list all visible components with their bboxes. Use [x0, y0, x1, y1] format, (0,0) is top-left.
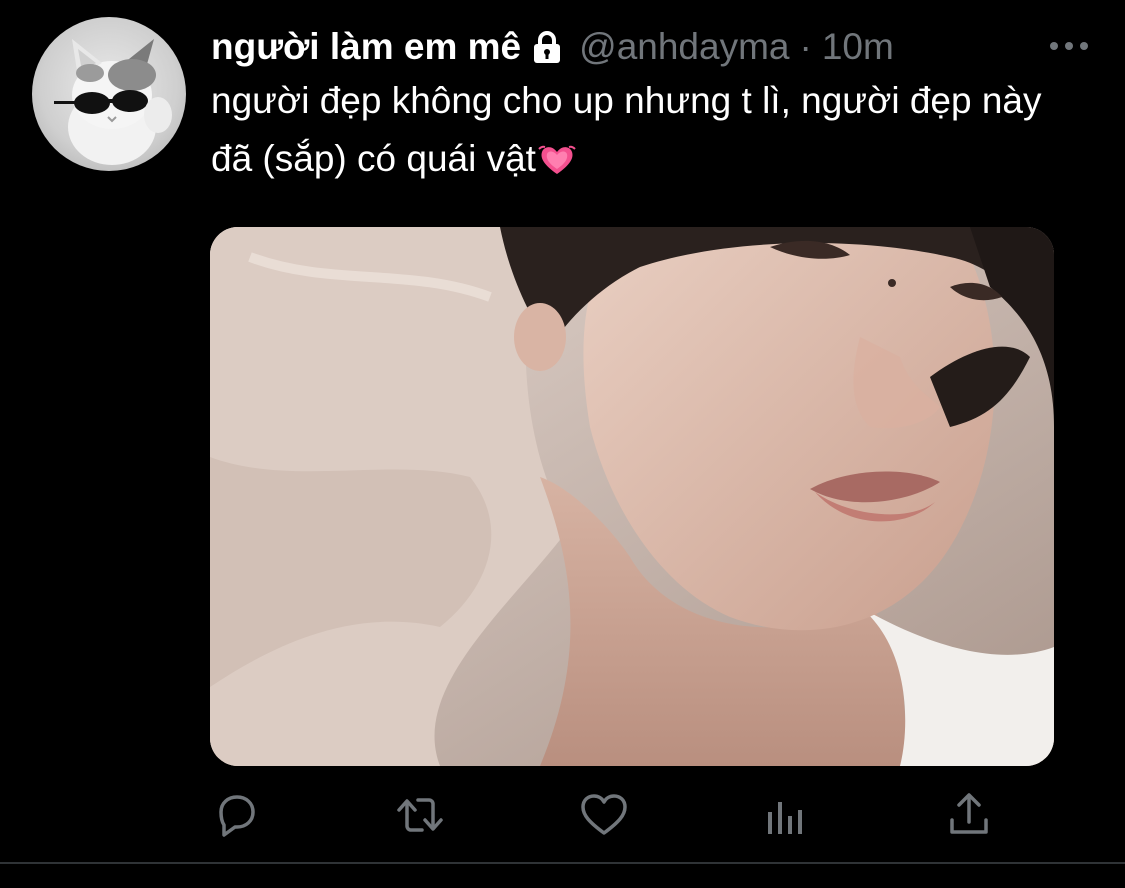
retweet-icon[interactable] — [395, 790, 445, 840]
tweet-photo[interactable] — [210, 227, 1054, 766]
lock-icon — [529, 29, 565, 65]
analytics-icon[interactable] — [762, 790, 812, 840]
tweet-header: người làm em mê @anhdayma · 10m — [211, 24, 894, 70]
share-icon[interactable] — [944, 790, 994, 840]
handle[interactable]: @anhdayma — [579, 24, 789, 70]
author-avatar[interactable] — [32, 17, 186, 171]
reply-icon[interactable] — [211, 790, 261, 840]
photo-image — [210, 227, 1054, 766]
more-options-icon[interactable] — [1049, 38, 1089, 50]
tweet-actions — [0, 790, 1125, 850]
heart-icon[interactable] — [579, 790, 629, 840]
growing-heart-emoji — [538, 136, 576, 174]
tweet-body: người đẹp không cho up nhưng t lì, người… — [211, 80, 1042, 179]
tweet-text: người đẹp không cho up nhưng t lì, người… — [211, 72, 1071, 188]
divider — [0, 862, 1125, 864]
separator-dot: · — [799, 26, 812, 67]
cat-avatar-image — [54, 39, 172, 165]
tweet[interactable]: người làm em mê @anhdayma · 10m người đẹ… — [0, 0, 1125, 888]
display-name[interactable]: người làm em mê — [211, 24, 521, 70]
timestamp[interactable]: 10m — [822, 24, 894, 70]
